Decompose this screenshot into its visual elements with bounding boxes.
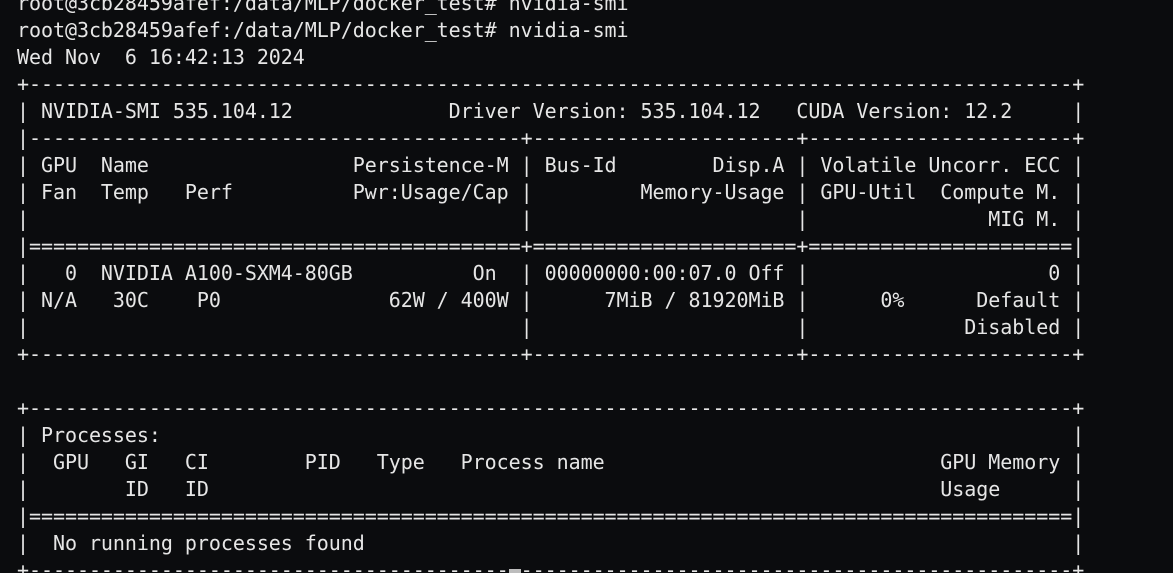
gpu-row-1: | 0 NVIDIA A100-SXM4-80GB On | 00000000:… — [17, 261, 1085, 285]
processes-border-top: +---------------------------------------… — [17, 396, 1085, 420]
timestamp-line: Wed Nov 6 16:42:13 2024 — [17, 45, 305, 69]
processes-title-row: | Processes: | — [17, 423, 1085, 447]
terminal-output: root@3cb28459afef:/data/MLP/docker_test#… — [17, 0, 1084, 573]
gpu-header-row-1: | GPU Name Persistence-M | Bus-Id Disp.A… — [17, 153, 1085, 177]
processes-header-row-1: | GPU GI CI PID Type Process name GPU Me… — [17, 450, 1085, 474]
command-prompt-line: root@3cb28459afef:/data/MLP/docker_test#… — [17, 18, 629, 42]
gpu-row-2: | N/A 30C P0 62W / 400W | 7MiB / 81920Mi… — [17, 288, 1085, 312]
header-separator: |=======================================… — [17, 234, 1085, 258]
table-border-top: +---------------------------------------… — [17, 72, 1085, 96]
gpu-row-3: | | | Disabled | — [17, 315, 1085, 339]
previous-command-line: root@3cb28459afef:/data/MLP/docker_test#… — [17, 0, 629, 15]
processes-header-row-2: | ID ID Usage | — [17, 477, 1085, 501]
table-border-bottom: +---------------------------------------… — [17, 342, 1085, 366]
smi-version-row: | NVIDIA-SMI 535.104.12 Driver Version: … — [17, 99, 1085, 123]
gpu-header-row-3: | | | MIG M. | — [17, 207, 1085, 231]
processes-separator: |=======================================… — [17, 504, 1085, 528]
processes-border-bottom: +---------------------------------------… — [17, 558, 1085, 573]
no-processes-row: | No running processes found | — [17, 531, 1085, 555]
table-divider: |---------------------------------------… — [17, 126, 1085, 150]
text-cursor — [509, 569, 521, 573]
gpu-header-row-2: | Fan Temp Perf Pwr:Usage/Cap | Memory-U… — [17, 180, 1085, 204]
terminal-window[interactable]: root@3cb28459afef:/data/MLP/docker_test#… — [0, 0, 1173, 573]
